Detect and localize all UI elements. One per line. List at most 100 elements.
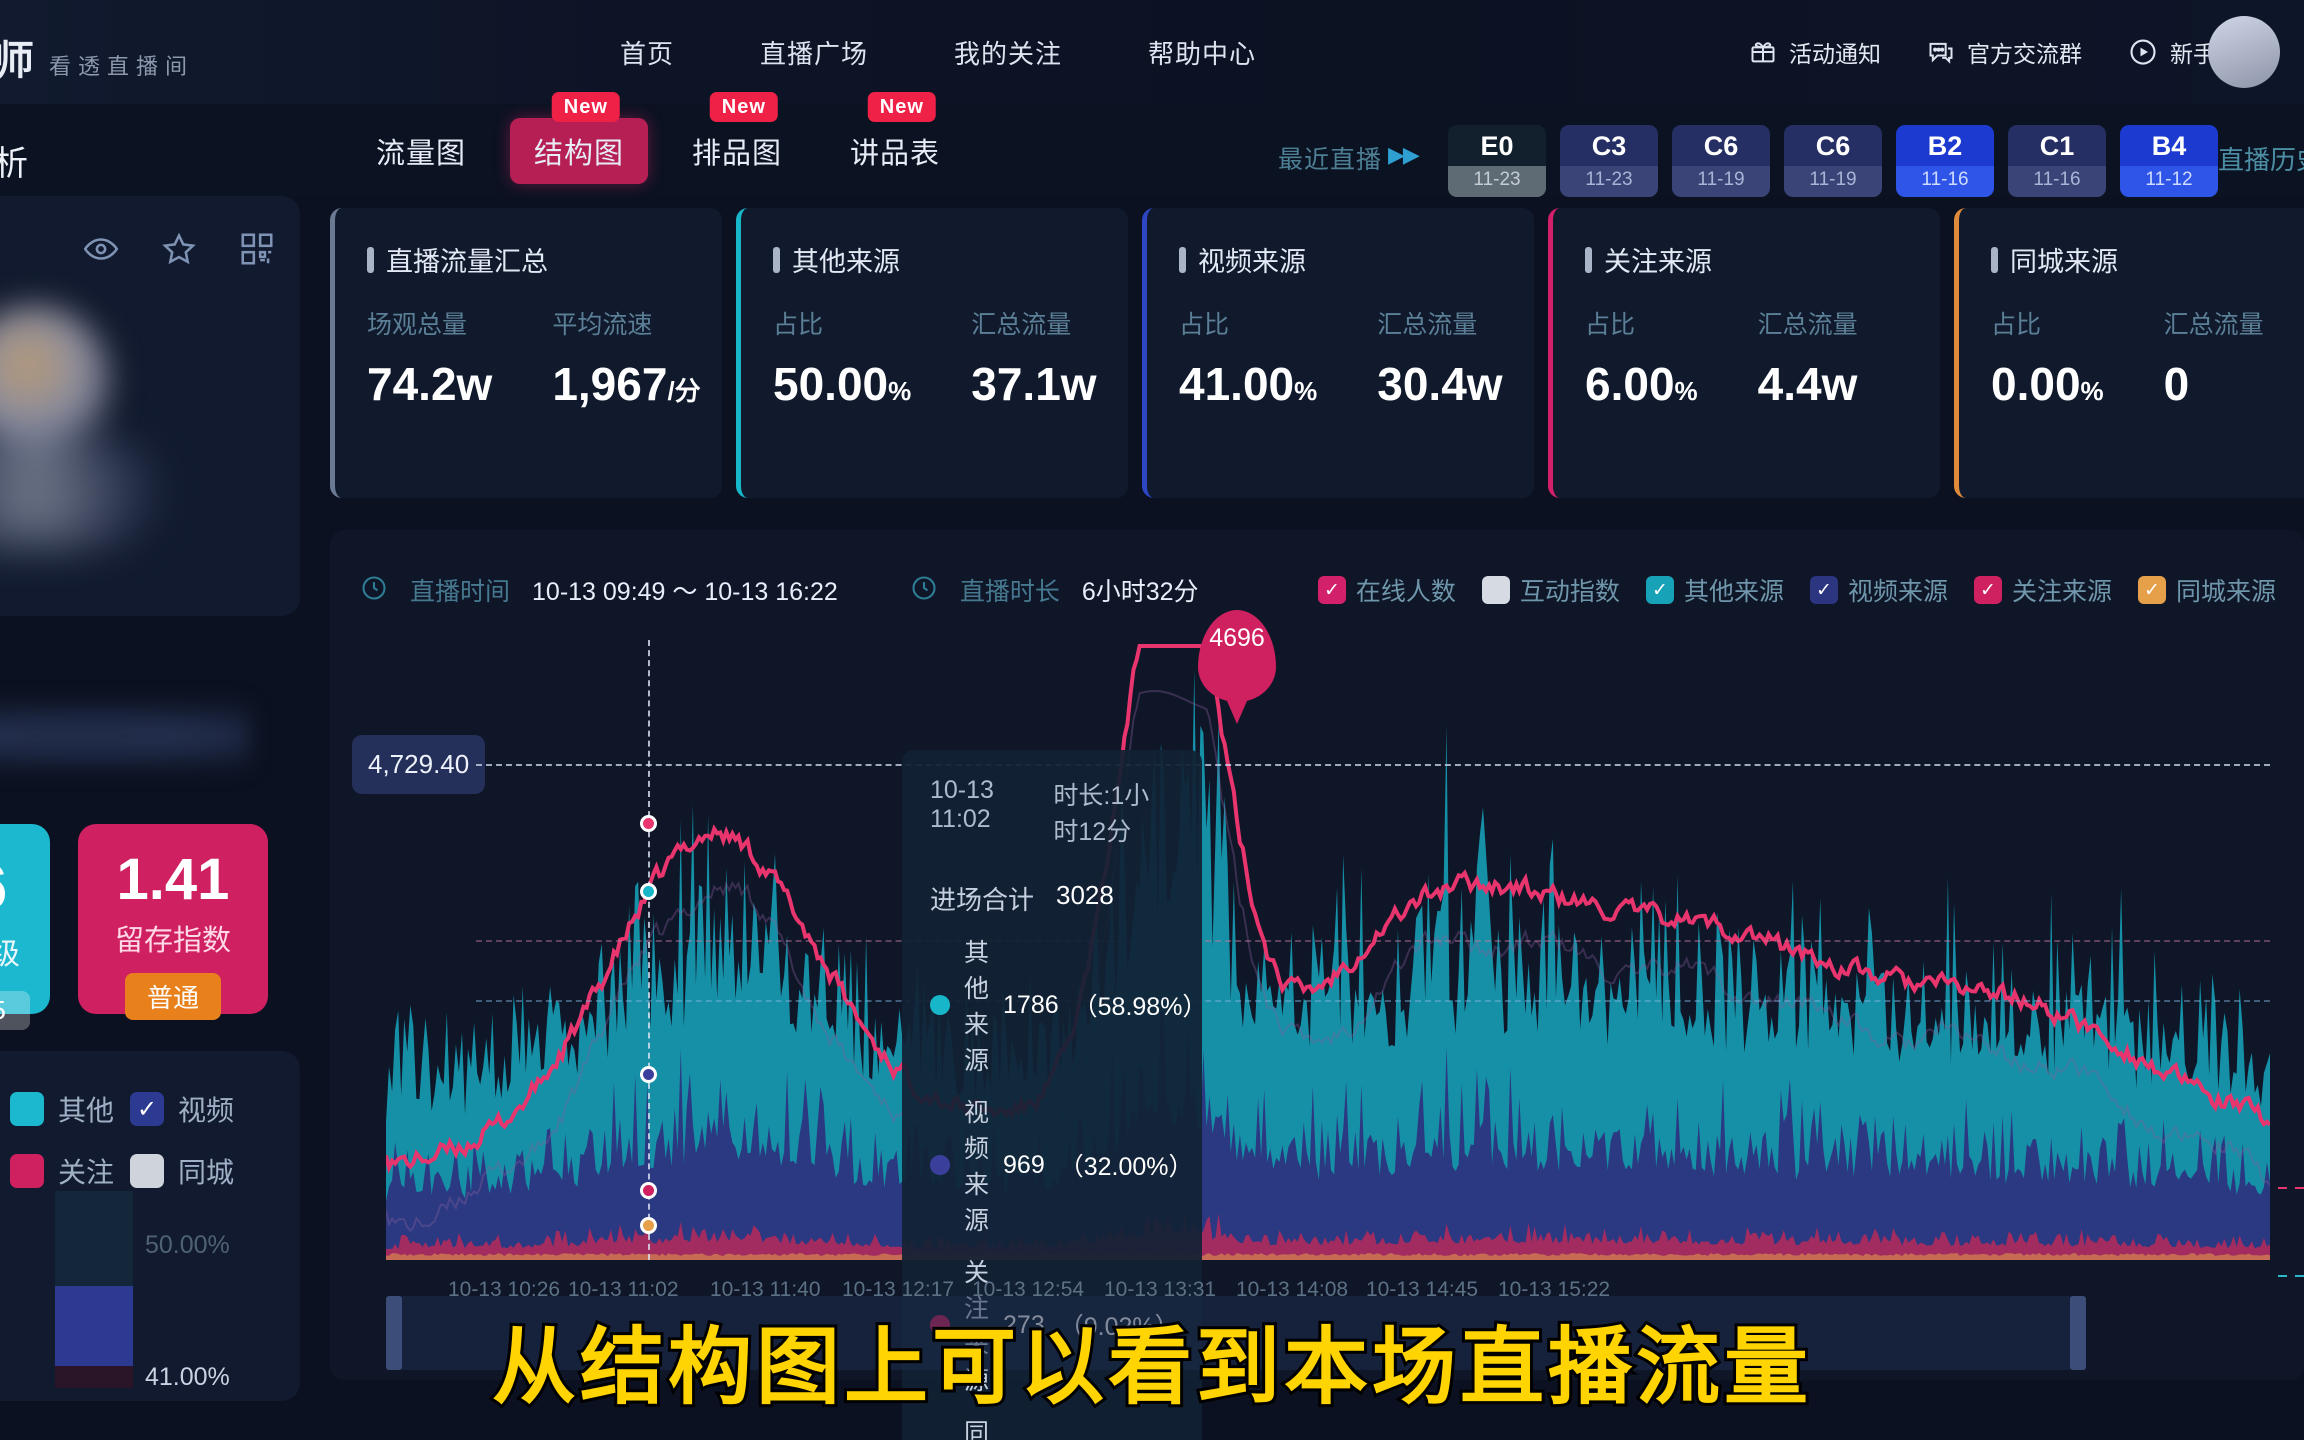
- checkbox-other[interactable]: [10, 1092, 44, 1126]
- eye-icon[interactable]: [82, 230, 120, 273]
- live-duration-label: 直播时长: [959, 578, 1060, 606]
- card-metric: 占比 50.00%: [773, 305, 911, 411]
- summary-card-0: 直播流量汇总 场观总量 74.2w 平均流速 1,967/分: [330, 208, 722, 498]
- brand[interactable]: 师 看透直播间: [0, 28, 194, 86]
- card-metric-label: 汇总流量: [1377, 311, 1478, 339]
- tooltip-row-0: 其他来源 1786 （58.98%）: [930, 933, 1207, 1077]
- nav-link-live-plaza[interactable]: 直播广场: [760, 34, 868, 71]
- checkbox-follow[interactable]: [10, 1154, 44, 1188]
- card-title: 视频来源: [1179, 240, 1534, 279]
- card-metric-value: 30.4w: [1377, 358, 1503, 410]
- legend-checkbox[interactable]: ✓: [1317, 576, 1346, 604]
- legend-item-0[interactable]: ✓ 在线人数: [1317, 572, 1456, 608]
- tooltip-duration: 时长:1小时12分: [1053, 782, 1150, 846]
- session-chip-date: 11-23: [1448, 166, 1546, 197]
- legend-item-1[interactable]: 互动指数: [1481, 572, 1620, 608]
- card-metric-label: 汇总流量: [1757, 311, 1858, 339]
- crosshair-point-local: [640, 1217, 657, 1234]
- peak-marker: 4696: [1198, 610, 1276, 702]
- new-badge: New: [551, 92, 620, 122]
- legend-checkbox[interactable]: ✓: [1809, 576, 1838, 604]
- profile-name-blurred: [0, 431, 160, 551]
- card-metrics: 场观总量 74.2w 平均流速 1,967/分: [367, 305, 722, 411]
- nav-link-my-follows[interactable]: 我的关注: [954, 34, 1062, 71]
- card-metric-value: 0: [2163, 358, 2190, 410]
- mini-bar-pct-0: 50.00%: [145, 1231, 230, 1259]
- crosshair-point-video: [640, 1066, 657, 1083]
- tab-product-talk-table[interactable]: New 讲品表: [826, 92, 964, 184]
- profile-action-icons: [82, 230, 276, 273]
- tab-product-rank-chart[interactable]: New 排品图: [668, 92, 806, 184]
- legend-item-2[interactable]: ✓ 其他来源: [1645, 572, 1784, 608]
- session-chip-code: B4: [2120, 125, 2218, 166]
- recent-live-arrows-icon[interactable]: ▶▶: [1388, 142, 1420, 168]
- session-chip-code: C6: [1672, 125, 1770, 166]
- main-nav-links: 首页 直播广场 我的关注 帮助中心: [620, 0, 1256, 104]
- legend-label: 互动指数: [1519, 578, 1620, 606]
- summary-card-1: 其他来源 占比 50.00% 汇总流量 37.1w: [736, 208, 1128, 498]
- source-check-other[interactable]: 其他: [10, 1089, 114, 1129]
- official-group-button[interactable]: 官方交流群: [1927, 35, 2082, 69]
- tooltip-row-pct: （58.98%）: [1072, 993, 1208, 1021]
- nav-link-help-center[interactable]: 帮助中心: [1148, 34, 1256, 71]
- legend-label: 同城来源: [2175, 578, 2276, 606]
- legend-checkbox[interactable]: ✓: [1973, 576, 2002, 604]
- tooltip-row-dot: [930, 1155, 950, 1175]
- legend-label: 关注来源: [2011, 578, 2112, 606]
- live-duration-value: 6小时32分: [1081, 578, 1199, 606]
- checkbox-video[interactable]: ✓: [130, 1092, 164, 1126]
- card-metrics: 占比 0.00% 汇总流量 0: [1991, 305, 2304, 411]
- card-metric: 汇总流量 0: [2164, 305, 2264, 411]
- source-check-follow[interactable]: 关注: [10, 1151, 114, 1191]
- user-avatar[interactable]: [2208, 16, 2280, 88]
- legend-checkbox[interactable]: [1481, 576, 1510, 604]
- qrcode-icon[interactable]: [238, 230, 276, 273]
- new-badge: New: [709, 92, 778, 122]
- star-icon[interactable]: [160, 230, 198, 273]
- legend-checkbox[interactable]: ✓: [1645, 576, 1674, 604]
- card-metric: 汇总流量 30.4w: [1377, 305, 1502, 411]
- card-metric: 平均流速 1,967/分: [552, 305, 700, 411]
- live-history-button[interactable]: 直播历史: [2218, 140, 2304, 177]
- session-chip-1[interactable]: C3 11-23: [1560, 125, 1658, 197]
- tab-traffic-chart[interactable]: 流量图: [352, 118, 490, 184]
- analysis-panel-title: 分析: [0, 145, 28, 183]
- gridline-online-mean: [476, 940, 2270, 942]
- session-chip-date: 11-12: [2120, 166, 2218, 197]
- source-check-video[interactable]: ✓ 视频: [130, 1089, 234, 1129]
- card-title-tick-icon: [1991, 246, 1998, 273]
- nav-link-home[interactable]: 首页: [620, 34, 674, 71]
- checkbox-local[interactable]: [130, 1154, 164, 1188]
- chart-svg: [386, 644, 2270, 1260]
- duration-clock-icon: [910, 574, 938, 607]
- session-chip-3[interactable]: C6 11-19: [1784, 125, 1882, 197]
- card-metric-label: 占比: [773, 311, 824, 339]
- tooltip-row-label: 其他来源: [964, 939, 990, 1075]
- card-metric: 场观总量 74.2w: [367, 305, 492, 411]
- brand-logo: 师: [0, 39, 35, 83]
- tab-structure-chart[interactable]: New 结构图: [510, 92, 649, 184]
- card-metrics: 占比 50.00% 汇总流量 37.1w: [773, 305, 1128, 411]
- source-check-local[interactable]: 同城: [130, 1151, 234, 1191]
- card-title: 其他来源: [773, 240, 1128, 279]
- session-chip-0[interactable]: E0 11-23: [1448, 125, 1546, 197]
- dashed-arrow-icon: [2278, 1275, 2304, 1277]
- entry-mean-annotation: 进人均值: 1967.: [2278, 1258, 2304, 1294]
- card-metric-label: 汇总流量: [971, 311, 1072, 339]
- activity-notice-label: 活动通知: [1789, 41, 1881, 67]
- structure-chart-panel: 直播时间 10-13 09:49 ～ 10-13 16:22 直播时长 6小时3…: [330, 530, 2304, 1440]
- card-metric-value: 74.2w: [367, 358, 493, 410]
- legend-item-3[interactable]: ✓ 视频来源: [1809, 572, 1948, 608]
- session-chip-6[interactable]: B4 11-12: [2120, 125, 2218, 197]
- retention-value: 1.41: [116, 847, 230, 912]
- card-title-tick-icon: [773, 246, 780, 273]
- source-check-video-label: 视频: [178, 1095, 235, 1126]
- session-chip-5[interactable]: C1 11-16: [2008, 125, 2106, 197]
- legend-item-4[interactable]: ✓ 关注来源: [1973, 572, 2112, 608]
- session-chip-2[interactable]: C6 11-19: [1672, 125, 1770, 197]
- legend-item-5[interactable]: ✓ 同城来源: [2137, 572, 2276, 608]
- session-chip-4[interactable]: B2 11-16: [1896, 125, 1994, 197]
- gridline-peak-reference: [476, 764, 2270, 766]
- activity-notice-button[interactable]: 活动通知: [1749, 35, 1881, 69]
- legend-checkbox[interactable]: ✓: [2137, 576, 2166, 604]
